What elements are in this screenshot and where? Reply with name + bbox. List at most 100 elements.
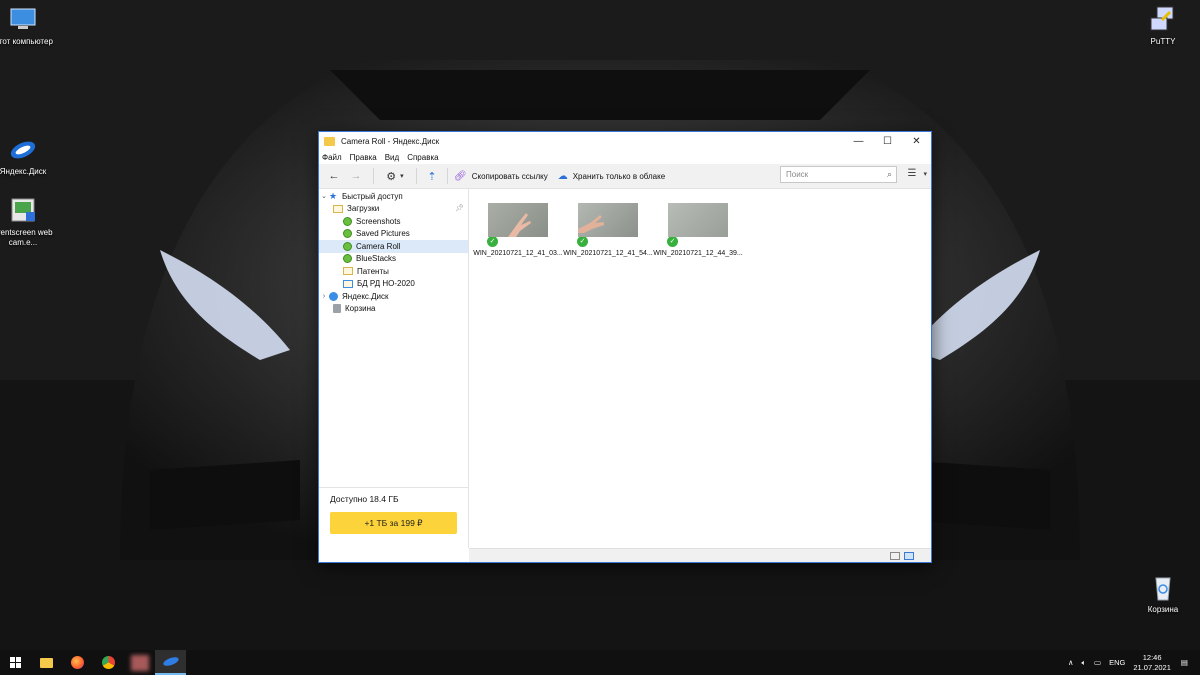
desktop-icon-prentscreen[interactable]: prentscreen web cam.e... <box>0 197 55 248</box>
menu-help[interactable]: Справка <box>407 151 438 164</box>
clock-date: 21.07.2021 <box>1133 662 1171 672</box>
view-mode-button[interactable]: ☰ ▾ <box>908 168 927 179</box>
tree-item-bluestacks[interactable]: BlueStacks <box>319 253 468 266</box>
clock-time: 12:46 <box>1142 652 1162 662</box>
tree-item-saved-pictures[interactable]: Saved Pictures <box>319 228 468 241</box>
volume-icon[interactable]: 🔈︎ <box>1082 658 1087 668</box>
copy-link-button[interactable]: 🔗︎ Скопировать ссылку <box>454 171 548 182</box>
file-tile[interactable]: ✓ WIN_20210721_12_44_39... <box>653 203 743 257</box>
forward-button[interactable]: → <box>345 166 367 186</box>
back-button[interactable]: ← <box>323 166 345 186</box>
expand-arrow-icon[interactable]: › <box>319 293 329 300</box>
details-view-icon[interactable] <box>890 552 900 560</box>
synced-folder-icon <box>343 254 352 264</box>
upload-button[interactable]: ⇡ <box>423 166 441 186</box>
tree-item-screenshots[interactable]: Screenshots <box>319 215 468 228</box>
language-indicator[interactable]: ENG <box>1109 658 1125 667</box>
star-icon: ★ <box>329 190 338 201</box>
menu-file[interactable]: Файл <box>322 151 342 164</box>
toolbar-separator <box>373 168 374 184</box>
synced-folder-icon <box>343 216 352 226</box>
hand-image <box>578 215 604 233</box>
taskbar-yandex-disk[interactable] <box>155 650 186 675</box>
cloud-icon: ☁ <box>557 170 568 182</box>
trash-icon <box>333 304 341 314</box>
synced-folder-icon <box>343 241 352 251</box>
synced-check-icon: ✓ <box>577 236 588 247</box>
file-tile[interactable]: ✓ WIN_20210721_12_41_54... <box>563 203 653 257</box>
menu-view[interactable]: Вид <box>385 151 399 164</box>
taskbar-app-blurred[interactable] <box>124 650 155 675</box>
tray-chevron-up-icon[interactable]: ∧ <box>1068 658 1074 667</box>
tree-item-label: Яндекс.Диск <box>342 291 389 301</box>
notifications-icon[interactable]: ▤ <box>1181 658 1188 667</box>
yandex-disk-icon <box>329 291 338 301</box>
tree-item-trash[interactable]: Корзина <box>319 303 468 316</box>
desktop-icon-label: Яндекс.Диск <box>0 167 47 176</box>
chevron-down-icon: ▾ <box>400 173 404 180</box>
desktop-icon-yandex-disk[interactable]: Яндекс.Диск <box>0 136 55 177</box>
yandex-disk-icon <box>161 655 180 668</box>
cloud-only-label: Хранить только в облаке <box>572 171 666 181</box>
cloud-only-button[interactable]: ☁ Хранить только в облаке <box>558 171 665 182</box>
tree-item-patents[interactable]: Патенты <box>319 265 468 278</box>
chrome-icon <box>102 656 115 669</box>
file-grid: ✓ WIN_20210721_12_41_03... ✓ WIN_2021072… <box>469 189 931 257</box>
tree-item-quick-access[interactable]: ⌄ ★ Быстрый доступ <box>319 190 468 203</box>
tree-item-label: Camera Roll <box>356 241 401 251</box>
file-area[interactable]: ✓ WIN_20210721_12_41_03... ✓ WIN_2021072… <box>469 189 931 548</box>
settings-button[interactable]: ⚙ ▾ <box>380 166 410 186</box>
clock[interactable]: 12:46 21.07.2021 <box>1133 653 1171 673</box>
maximize-button[interactable]: ☐ <box>873 132 902 151</box>
file-name: WIN_20210721_12_41_54... <box>563 250 653 257</box>
taskbar-firefox[interactable] <box>62 650 93 675</box>
desktop-icon-recycle-bin[interactable]: Корзина <box>1131 574 1195 615</box>
tiles-view-icon[interactable] <box>904 552 914 560</box>
minimize-button[interactable]: — <box>844 132 873 151</box>
menu-bar: Файл Правка Вид Справка <box>319 151 931 164</box>
desktop-icon-computer[interactable]: Этот компьютер <box>0 6 55 47</box>
synced-check-icon: ✓ <box>487 236 498 247</box>
photo-thumbnail <box>668 203 728 237</box>
tree-item-label: Saved Pictures <box>356 229 410 239</box>
system-tray: ∧ 🔈︎ ▭ ENG 12:46 21.07.2021 ▤ <box>1068 650 1200 675</box>
network-icon[interactable]: ▭ <box>1094 658 1101 667</box>
firefox-icon <box>71 656 84 669</box>
upgrade-button[interactable]: +1 ТБ за 199 ₽ <box>330 512 457 534</box>
close-button[interactable]: ✕ <box>902 132 931 151</box>
file-name: WIN_20210721_12_44_39... <box>653 250 743 257</box>
tree-item-label: Загрузки <box>347 204 380 214</box>
tree-item-label: Быстрый доступ <box>342 191 403 201</box>
folder-tree: ⌄ ★ Быстрый доступ Загрузки 📌︎ Screensho… <box>319 189 468 315</box>
folder-icon <box>324 137 335 146</box>
taskbar-chrome[interactable] <box>93 650 124 675</box>
windows-icon <box>10 657 21 668</box>
window-titlebar[interactable]: Camera Roll - Яндекс.Диск — ☐ ✕ <box>319 132 931 151</box>
search-input[interactable]: Поиск ⌕ <box>780 166 897 183</box>
navigation-pane: ⌄ ★ Быстрый доступ Загрузки 📌︎ Screensho… <box>319 189 469 548</box>
desktop-icon-label: PuTTY <box>1150 37 1176 46</box>
file-explorer-icon <box>40 657 53 668</box>
photo-thumbnail <box>578 203 638 237</box>
pin-icon[interactable]: 📌︎ <box>455 204 464 212</box>
tree-item-camera-roll[interactable]: Camera Roll <box>319 240 468 253</box>
expand-arrow-icon[interactable]: ⌄ <box>319 192 329 200</box>
storage-panel: Доступно 18.4 ГБ +1 ТБ за 199 ₽ <box>319 487 469 548</box>
menu-edit[interactable]: Правка <box>350 151 377 164</box>
gear-icon: ⚙ <box>386 170 397 183</box>
folder-icon <box>333 204 343 213</box>
copy-link-label: Скопировать ссылку <box>471 171 548 181</box>
desktop-icon-putty[interactable]: PuTTY <box>1131 6 1195 47</box>
tree-item-label: БД РД НО-2020 <box>357 279 415 289</box>
file-tile[interactable]: ✓ WIN_20210721_12_41_03... <box>473 203 563 257</box>
taskbar-explorer[interactable] <box>31 650 62 675</box>
start-button[interactable] <box>0 650 31 675</box>
tree-item-downloads[interactable]: Загрузки 📌︎ <box>319 203 468 216</box>
tree-item-yandex-disk[interactable]: › Яндекс.Диск <box>319 290 468 303</box>
tree-item-label: Корзина <box>345 304 376 314</box>
folder-icon <box>343 267 353 276</box>
file-name: WIN_20210721_12_41_03... <box>473 250 563 257</box>
app-icon <box>130 654 149 671</box>
window-body: ⌄ ★ Быстрый доступ Загрузки 📌︎ Screensho… <box>319 189 931 548</box>
tree-item-bd-rd[interactable]: БД РД НО-2020 <box>319 278 468 291</box>
